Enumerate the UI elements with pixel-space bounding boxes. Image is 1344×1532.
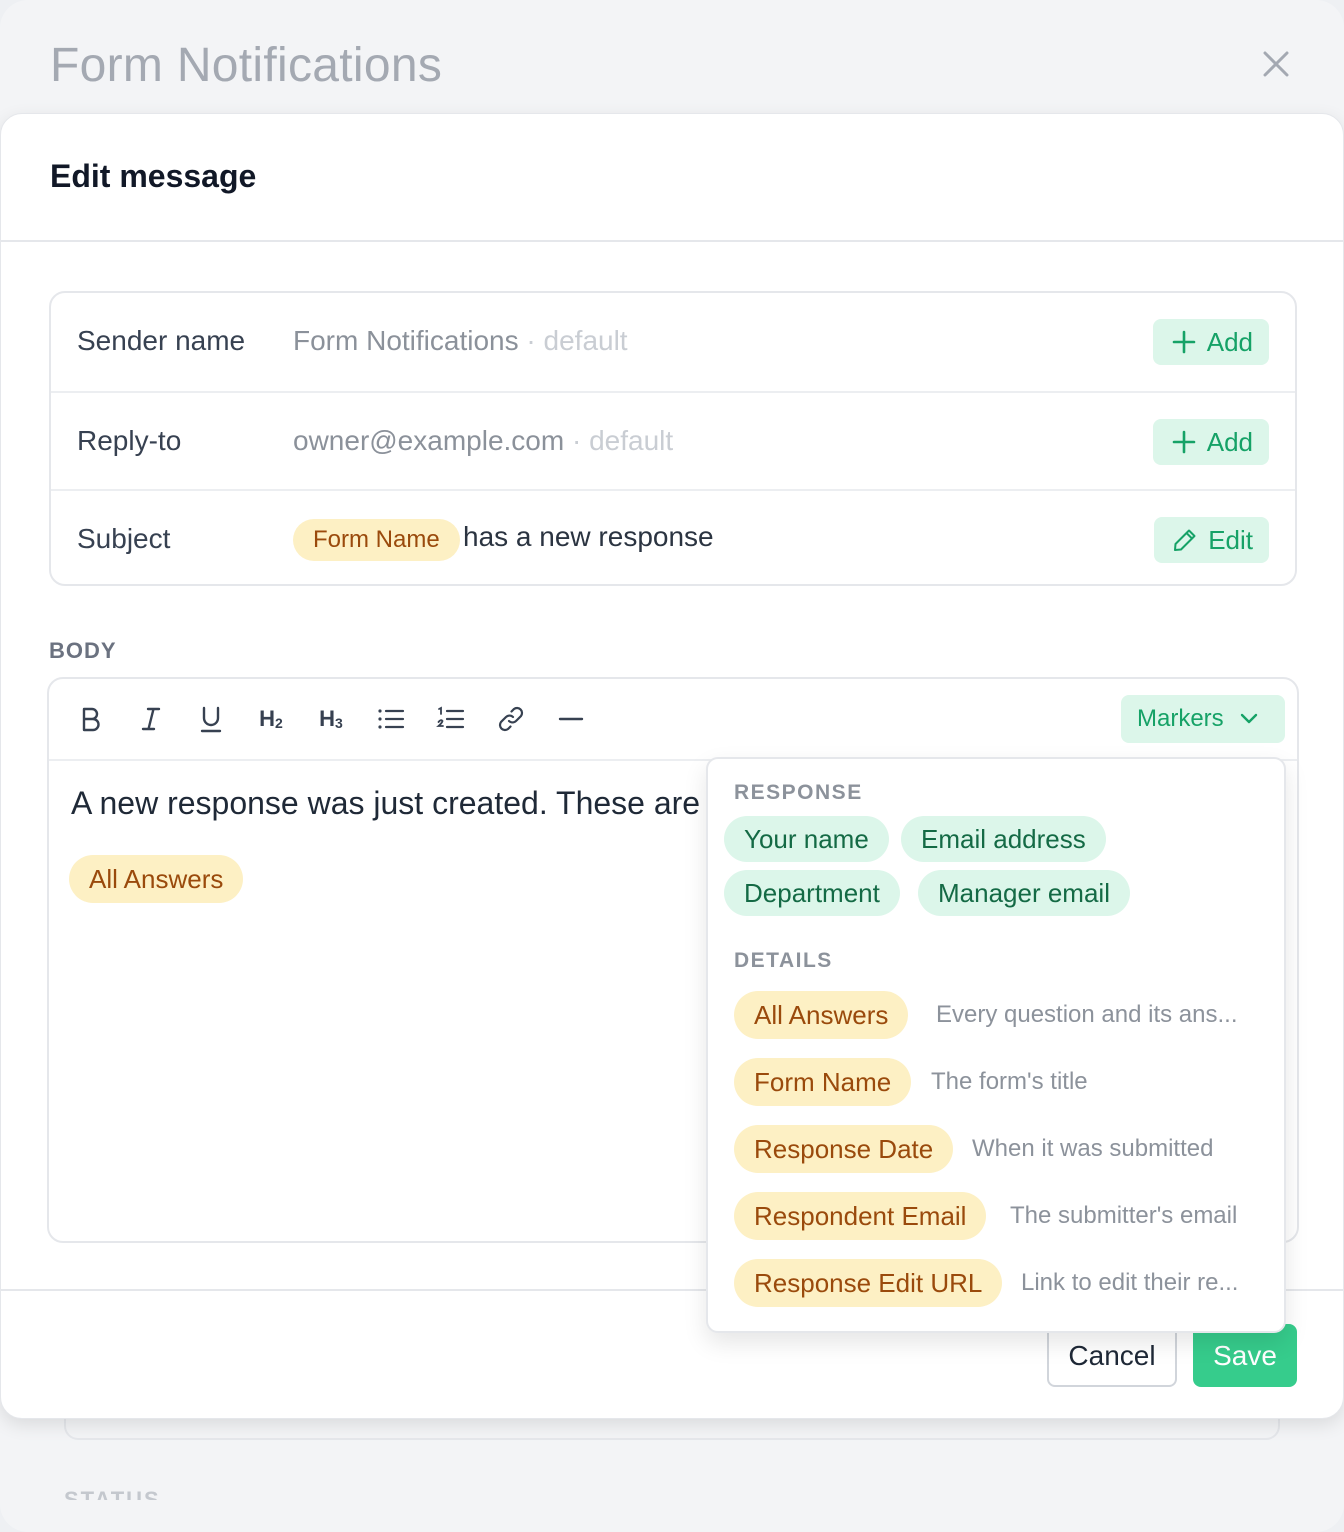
detail-item[interactable]: All Answers Every question and its ans..… <box>734 991 1264 1039</box>
italic-button[interactable] <box>131 701 171 737</box>
link-button[interactable] <box>491 701 531 737</box>
reply-to-value: owner@example.com · default <box>293 425 674 456</box>
bullet-list-button[interactable] <box>371 701 411 737</box>
add-sender-button[interactable]: Add <box>1152 319 1269 365</box>
horizontal-rule-button[interactable] <box>551 701 591 737</box>
markers-dropdown: RESPONSE Your name Email address Departm… <box>706 757 1286 1333</box>
bullet-list-icon <box>378 709 405 729</box>
all-answers-tag: All Answers <box>69 855 244 903</box>
italic-icon <box>141 707 161 731</box>
marker-email-address[interactable]: Email address <box>901 816 1106 862</box>
numbered-list-icon <box>436 706 465 729</box>
pencil-icon <box>1174 529 1196 551</box>
horizontal-rule-icon <box>558 717 584 721</box>
default-indicator: default <box>543 325 628 356</box>
close-icon[interactable] <box>1256 44 1296 84</box>
heading-2-button[interactable]: H2 <box>251 701 291 737</box>
chevron-down-icon <box>1240 713 1257 724</box>
editor-body-text: A new response was just created. These a… <box>71 785 701 821</box>
details-section-label: DETAILS <box>734 949 833 972</box>
detail-item[interactable]: Response Date When it was submitted <box>734 1125 1264 1173</box>
marker-description: Every question and its ans... <box>936 1001 1238 1028</box>
plus-icon <box>1172 330 1196 354</box>
marker-department[interactable]: Department <box>724 870 900 916</box>
edit-subject-button[interactable]: Edit <box>1154 517 1269 563</box>
marker-description: The submitter's email <box>1010 1202 1238 1229</box>
page-title: Form Notifications <box>50 39 443 92</box>
body-section-label: BODY <box>49 638 117 663</box>
plus-icon <box>1172 430 1196 454</box>
underline-button[interactable] <box>191 701 231 737</box>
reply-to-label: Reply-to <box>77 425 182 456</box>
marker-response-edit-url[interactable]: Response Edit URL <box>734 1259 1003 1307</box>
detail-item[interactable]: Respondent Email The submitter's email <box>734 1192 1264 1240</box>
cancel-button[interactable]: Cancel <box>1047 1324 1177 1387</box>
sender-name-label: Sender name <box>77 325 246 356</box>
subject-text: has a new response <box>463 521 714 552</box>
subject-label: Subject <box>77 523 171 554</box>
detail-item[interactable]: Form Name The form's title <box>734 1058 1264 1106</box>
reply-to-text: owner@example.com <box>293 425 565 456</box>
add-button-label: Add <box>1206 326 1253 357</box>
modal-header: Edit message <box>1 114 1343 242</box>
subject-row: Subject Form Name has a new response Edi… <box>51 489 1295 587</box>
edit-button-label: Edit <box>1208 524 1253 555</box>
reply-to-row: Reply-to owner@example.com · default Add <box>51 391 1295 489</box>
detail-item[interactable]: Response Edit URL Link to edit their re.… <box>734 1259 1264 1307</box>
marker-form-name[interactable]: Form Name <box>734 1058 912 1106</box>
link-icon <box>498 706 524 732</box>
save-button[interactable]: Save <box>1193 1324 1297 1387</box>
marker-respondent-email[interactable]: Respondent Email <box>734 1192 987 1240</box>
editor-toolbar: H2 H3 Markers <box>49 679 1297 761</box>
bold-button[interactable] <box>71 701 111 737</box>
add-reply-to-button[interactable]: Add <box>1152 419 1269 465</box>
sender-name-text: Form Notifications <box>293 325 519 356</box>
markers-label: Markers <box>1137 705 1224 732</box>
marker-manager-email[interactable]: Manager email <box>918 870 1130 916</box>
modal-title: Edit message <box>50 158 257 194</box>
marker-description: When it was submitted <box>972 1135 1214 1162</box>
form-name-tag: Form Name <box>293 519 460 561</box>
numbered-list-button[interactable] <box>431 701 471 737</box>
status-label: STATUS <box>64 1487 161 1500</box>
bold-icon <box>82 707 100 732</box>
marker-all-answers[interactable]: All Answers <box>734 991 909 1039</box>
response-section-label: RESPONSE <box>734 781 863 804</box>
default-indicator: default <box>589 425 674 456</box>
underline-icon <box>200 706 222 733</box>
marker-response-date[interactable]: Response Date <box>734 1125 954 1173</box>
marker-description: Link to edit their re... <box>1021 1269 1239 1296</box>
message-fields-card: Sender name Form Notifications · default… <box>49 291 1297 586</box>
sender-name-row: Sender name Form Notifications · default… <box>51 293 1295 391</box>
heading-3-icon: H3 <box>319 706 343 731</box>
add-button-label: Add <box>1206 426 1253 457</box>
heading-2-icon: H2 <box>259 706 283 731</box>
markers-dropdown-button[interactable]: Markers <box>1121 695 1285 743</box>
heading-3-button[interactable]: H3 <box>311 701 351 737</box>
marker-description: The form's title <box>931 1068 1088 1095</box>
sender-name-value: Form Notifications · default <box>293 325 628 356</box>
marker-your-name[interactable]: Your name <box>724 816 889 862</box>
